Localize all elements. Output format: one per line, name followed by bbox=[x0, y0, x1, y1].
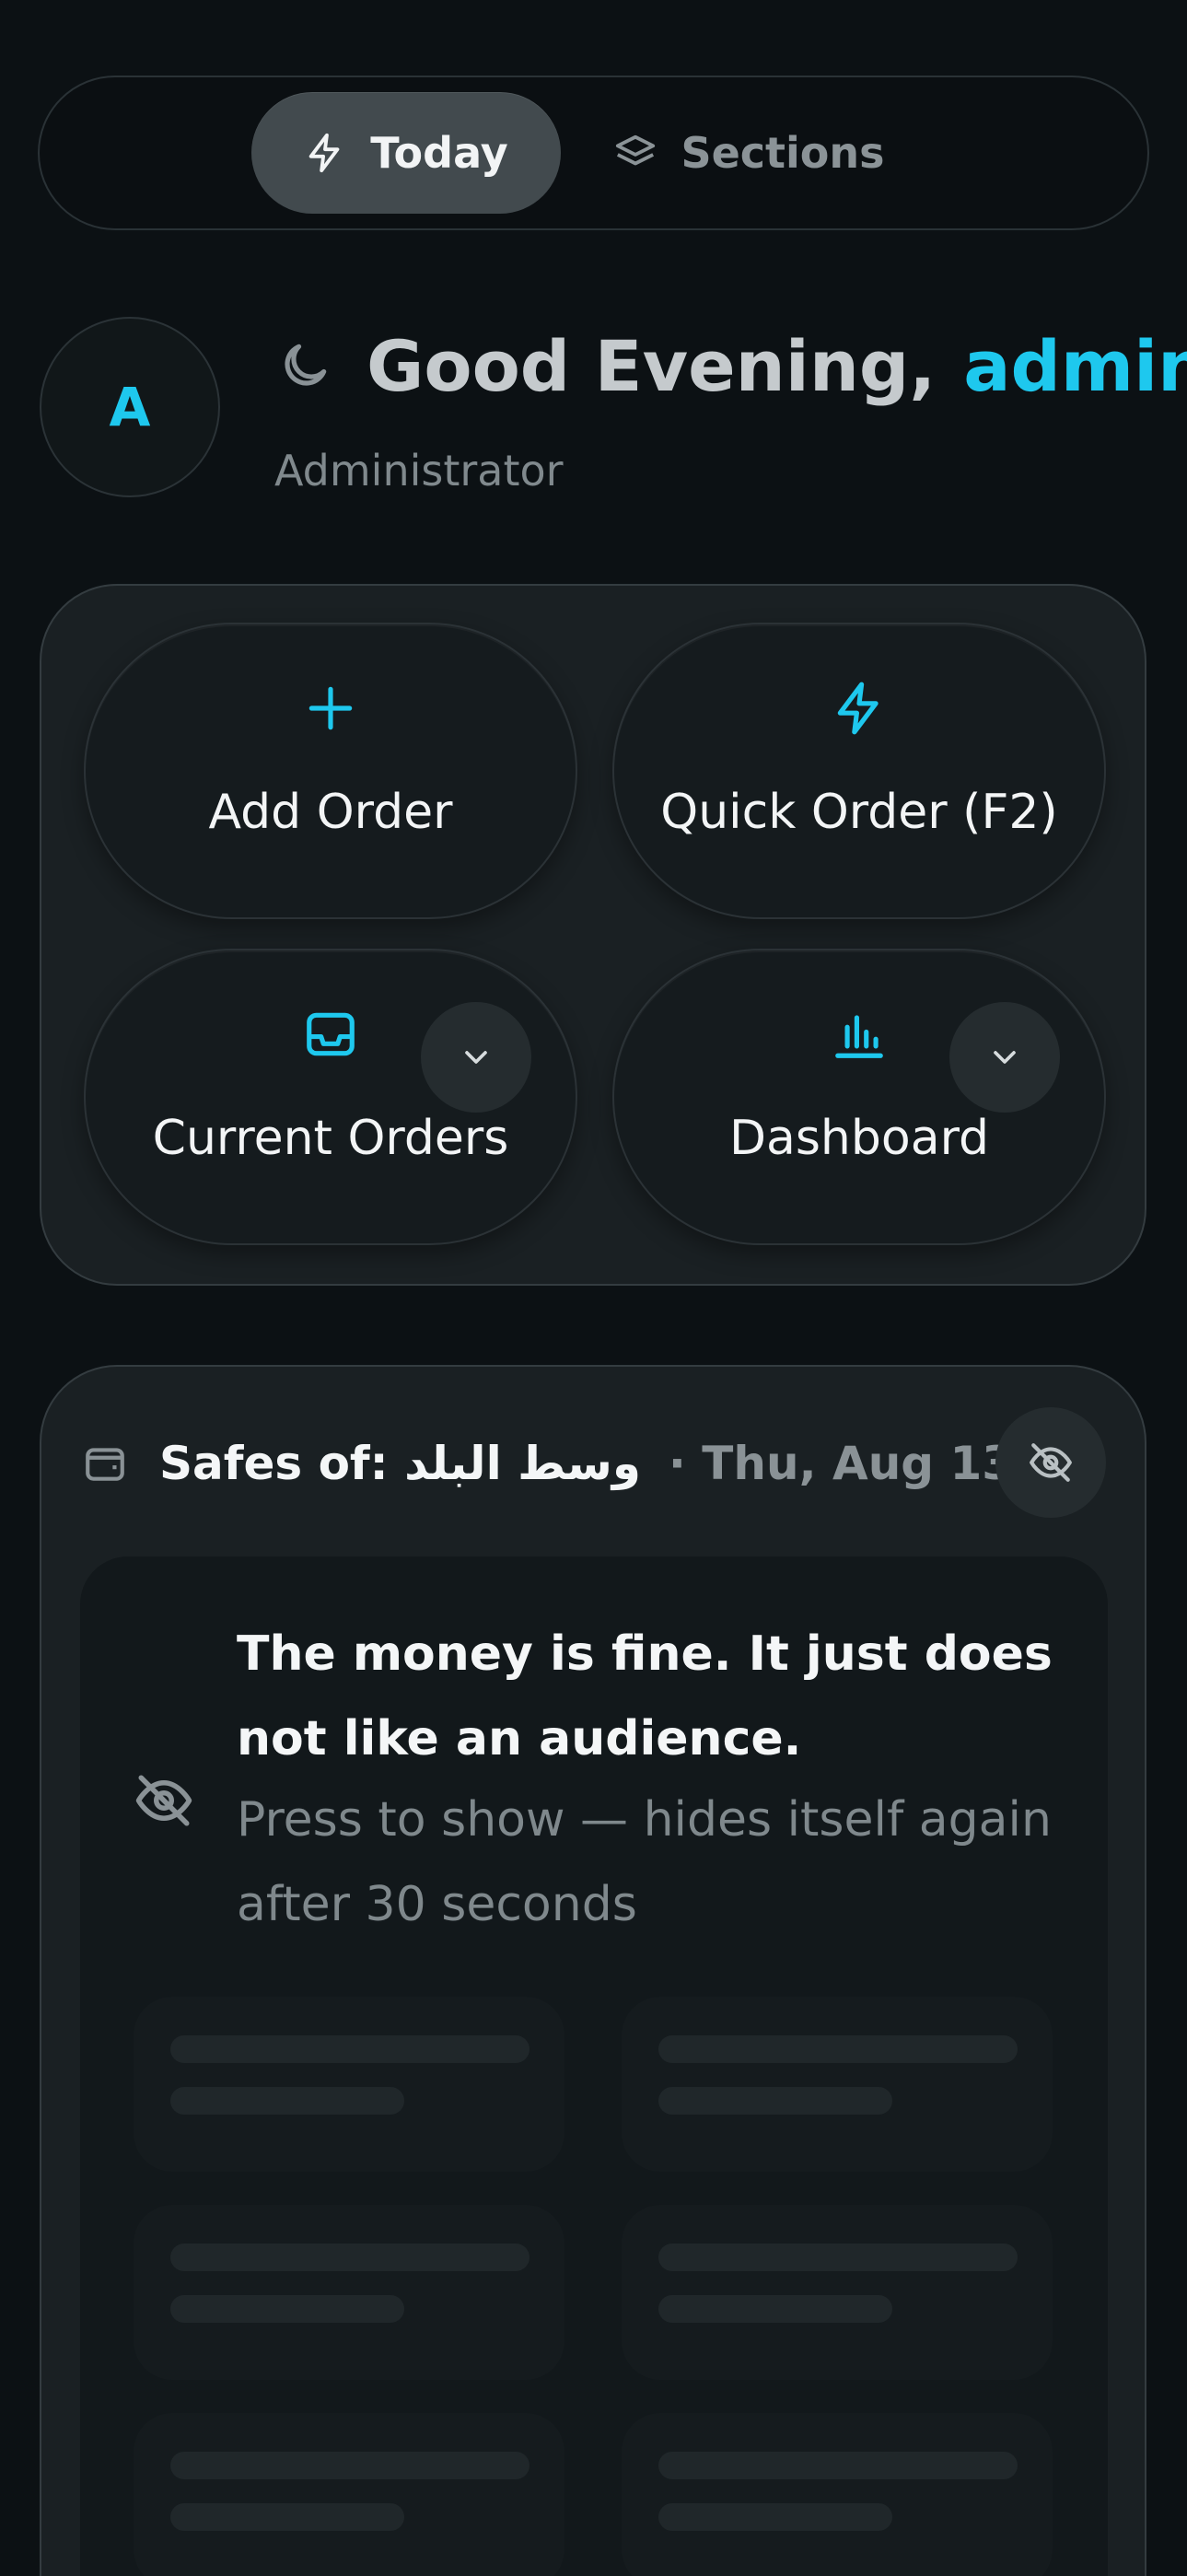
eye-off-icon bbox=[135, 1775, 192, 1826]
safe-card-placeholder bbox=[134, 2413, 564, 2576]
wallet-icon bbox=[86, 1448, 124, 1481]
tab-today-label: Today bbox=[370, 128, 508, 178]
tab-sections-label: Sections bbox=[681, 128, 885, 178]
dashboard-button[interactable]: Dashboard bbox=[612, 949, 1106, 1245]
add-order-label: Add Order bbox=[208, 785, 453, 840]
add-order-button[interactable]: Add Order bbox=[84, 623, 577, 919]
safe-card-placeholder bbox=[134, 1997, 564, 2172]
safes-header: Safes of: وسط البلد · Thu, Aug 13 bbox=[82, 1431, 1117, 1496]
bar-chart-icon bbox=[835, 1015, 883, 1058]
page: Today Sections A Good Evening, admin Adm… bbox=[0, 0, 1187, 2576]
safe-card-placeholder bbox=[622, 1997, 1053, 2172]
chevron-down-icon bbox=[465, 1051, 487, 1064]
moon-icon bbox=[285, 344, 327, 386]
toggle-visibility-button[interactable] bbox=[995, 1407, 1106, 1518]
quick-order-button[interactable]: Quick Order (F2) bbox=[612, 623, 1106, 919]
safes-date: · Thu, Aug 13 bbox=[668, 1437, 1015, 1490]
lightning-icon bbox=[837, 682, 879, 735]
avatar[interactable]: A bbox=[40, 317, 220, 497]
safes-title: Safes of: وسط البلد bbox=[159, 1437, 641, 1490]
tab-sections[interactable]: Sections bbox=[598, 92, 902, 214]
quick-order-label: Quick Order (F2) bbox=[660, 785, 1058, 840]
plus-icon bbox=[308, 686, 353, 730]
tab-today[interactable]: Today bbox=[251, 92, 561, 214]
safe-card-placeholder bbox=[622, 2413, 1053, 2576]
hidden-notice-title: The money is fine. It just does not like… bbox=[237, 1626, 1053, 1766]
reveal-balances-button[interactable]: The money is fine. It just does not like… bbox=[80, 1556, 1108, 2576]
greeting-username: admin bbox=[963, 324, 1187, 407]
current-orders-dropdown-button[interactable] bbox=[421, 1002, 531, 1113]
layers-icon bbox=[616, 134, 656, 166]
safes-panel: Safes of: وسط البلد · Thu, Aug 13 The mo… bbox=[40, 1365, 1146, 2576]
safe-card-placeholder bbox=[134, 2205, 564, 2380]
greeting-salutation: Good Evening, bbox=[367, 324, 937, 407]
eye-off-icon bbox=[1030, 1443, 1072, 1482]
avatar-initial: A bbox=[109, 376, 151, 438]
current-orders-button[interactable]: Current Orders bbox=[84, 949, 577, 1245]
dashboard-label: Dashboard bbox=[728, 1111, 990, 1166]
hidden-notice-subtitle: Press to show — hides itself again after… bbox=[237, 1792, 1052, 1932]
view-switcher: Today Sections bbox=[38, 76, 1149, 230]
safe-card-placeholder bbox=[622, 2205, 1053, 2380]
quick-actions-panel: Add Order Quick Order (F2) Current Order… bbox=[40, 584, 1146, 1286]
user-role: Administrator bbox=[274, 446, 564, 495]
greeting-line: Good Evening, admin bbox=[276, 318, 1187, 414]
chevron-down-icon bbox=[994, 1051, 1016, 1064]
lightning-icon bbox=[309, 133, 340, 173]
dashboard-dropdown-button[interactable] bbox=[949, 1002, 1060, 1113]
current-orders-label: Current Orders bbox=[152, 1111, 509, 1166]
inbox-icon bbox=[307, 1012, 355, 1056]
